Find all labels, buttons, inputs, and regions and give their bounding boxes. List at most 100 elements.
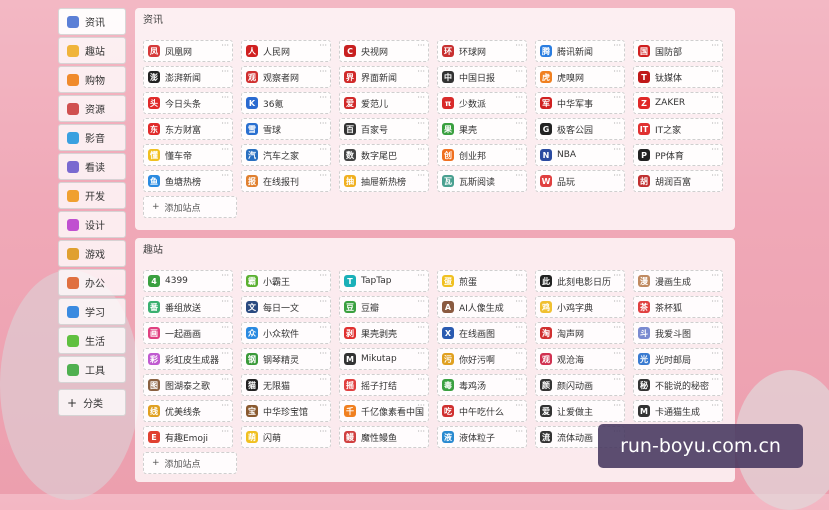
site-link[interactable]: 鸡小鸡字典 ··· [535,296,625,318]
sidebar-item[interactable]: 影音 [58,124,126,151]
more-options-icon[interactable]: ··· [417,349,425,358]
site-link[interactable]: 萌闪萌 ··· [241,426,331,448]
site-link[interactable]: 线优美线条 ··· [143,400,233,422]
more-options-icon[interactable]: ··· [221,271,229,280]
more-options-icon[interactable]: ··· [613,93,621,102]
site-link[interactable]: 爱让爱做主 ··· [535,400,625,422]
more-options-icon[interactable]: ··· [221,41,229,50]
site-link[interactable]: 彩彩虹皮生成器 ··· [143,348,233,370]
site-link[interactable]: W 品玩 ··· [535,170,625,192]
more-options-icon[interactable]: ··· [221,349,229,358]
site-link[interactable]: 图图湖泰之歌 ··· [143,374,233,396]
more-options-icon[interactable]: ··· [515,427,523,436]
more-options-icon[interactable]: ··· [515,119,523,128]
more-options-icon[interactable]: ··· [221,171,229,180]
more-options-icon[interactable]: ··· [613,41,621,50]
site-link[interactable]: 军中华军事 ··· [535,92,625,114]
site-link[interactable]: 鳗魔性鳗鱼 ··· [339,426,429,448]
site-link[interactable]: 国国防部 ··· [633,40,723,62]
sidebar-item[interactable]: 设计 [58,211,126,238]
site-link[interactable]: 抽抽屉新热榜 ··· [339,170,429,192]
site-link[interactable]: 斗我爱斗图 ··· [633,322,723,344]
site-link[interactable]: 头今日头条 ··· [143,92,233,114]
site-link[interactable]: 环环球网 ··· [437,40,527,62]
site-link[interactable]: 霸小霸王 ··· [241,270,331,292]
sidebar-item[interactable]: 办公 [58,269,126,296]
more-options-icon[interactable]: ··· [417,171,425,180]
more-options-icon[interactable]: ··· [711,297,719,306]
more-options-icon[interactable]: ··· [319,145,327,154]
more-options-icon[interactable]: ··· [417,119,425,128]
site-link[interactable]: 4 4399 ··· [143,270,233,292]
site-link[interactable]: M Mikutap ··· [339,348,429,370]
more-options-icon[interactable]: ··· [417,41,425,50]
site-link[interactable]: Z ZAKER ··· [633,92,723,114]
more-options-icon[interactable]: ··· [221,323,229,332]
more-options-icon[interactable]: ··· [711,67,719,76]
more-options-icon[interactable]: ··· [515,67,523,76]
site-link[interactable]: 胡胡润百富 ··· [633,170,723,192]
more-options-icon[interactable]: ··· [711,375,719,384]
site-link[interactable]: 界界面新闻 ··· [339,66,429,88]
more-options-icon[interactable]: ··· [319,41,327,50]
more-options-icon[interactable]: ··· [417,401,425,410]
more-options-icon[interactable]: ··· [711,145,719,154]
site-link[interactable]: 数数字尾巴 ··· [339,144,429,166]
add-site-button[interactable]: + 添加站点 [143,452,237,474]
site-link[interactable]: 此此刻电影日历 ··· [535,270,625,292]
site-link[interactable]: C 央视网 ··· [339,40,429,62]
more-options-icon[interactable]: ··· [613,323,621,332]
site-link[interactable]: 摇摇子打结 ··· [339,374,429,396]
site-link[interactable]: 猫无限猫 ··· [241,374,331,396]
site-link[interactable]: 鱼鱼塘热榜 ··· [143,170,233,192]
more-options-icon[interactable]: ··· [319,427,327,436]
more-options-icon[interactable]: ··· [711,171,719,180]
more-options-icon[interactable]: ··· [319,171,327,180]
site-link[interactable]: 颜颜闪动画 ··· [535,374,625,396]
more-options-icon[interactable]: ··· [515,323,523,332]
site-link[interactable]: X 在线画图 ··· [437,322,527,344]
site-link[interactable]: 豆豆瓣 ··· [339,296,429,318]
sidebar-item[interactable]: 购物 [58,66,126,93]
site-link[interactable]: 东东方财富 ··· [143,118,233,140]
more-options-icon[interactable]: ··· [613,119,621,128]
site-link[interactable]: M 卡通猫生成 ··· [633,400,723,422]
more-options-icon[interactable]: ··· [319,401,327,410]
more-options-icon[interactable]: ··· [515,297,523,306]
more-options-icon[interactable]: ··· [613,171,621,180]
site-link[interactable]: A AI人像生成 ··· [437,296,527,318]
more-options-icon[interactable]: ··· [319,67,327,76]
more-options-icon[interactable]: ··· [515,41,523,50]
site-link[interactable]: T TapTap ··· [339,270,429,292]
site-link[interactable]: 漫漫画生成 ··· [633,270,723,292]
more-options-icon[interactable]: ··· [319,93,327,102]
more-options-icon[interactable]: ··· [417,93,425,102]
more-options-icon[interactable]: ··· [613,349,621,358]
more-options-icon[interactable]: ··· [613,271,621,280]
site-link[interactable]: 众小众软件 ··· [241,322,331,344]
more-options-icon[interactable]: ··· [319,271,327,280]
more-options-icon[interactable]: ··· [711,271,719,280]
site-link[interactable]: 瓦瓦斯阅读 ··· [437,170,527,192]
site-link[interactable]: 千千亿像素看中国 ··· [339,400,429,422]
more-options-icon[interactable]: ··· [613,145,621,154]
add-category-button[interactable]: + 分类 [58,389,126,416]
sidebar-item[interactable]: 学习 [58,298,126,325]
more-options-icon[interactable]: ··· [711,119,719,128]
sidebar-item[interactable]: 趣站 [58,37,126,64]
site-link[interactable]: 污你好污啊 ··· [437,348,527,370]
site-link[interactable]: 百百家号 ··· [339,118,429,140]
more-options-icon[interactable]: ··· [221,401,229,410]
more-options-icon[interactable]: ··· [711,349,719,358]
sidebar-item[interactable]: 生活 [58,327,126,354]
site-link[interactable]: 毒毒鸡汤 ··· [437,374,527,396]
site-link[interactable]: 创创业邦 ··· [437,144,527,166]
more-options-icon[interactable]: ··· [221,375,229,384]
site-link[interactable]: 茶茶杯狐 ··· [633,296,723,318]
site-link[interactable]: 吃中午吃什么 ··· [437,400,527,422]
more-options-icon[interactable]: ··· [319,119,327,128]
sidebar-item[interactable]: 资讯 [58,8,126,35]
sidebar-item[interactable]: 看读 [58,153,126,180]
site-link[interactable]: T 钛媒体 ··· [633,66,723,88]
more-options-icon[interactable]: ··· [515,171,523,180]
